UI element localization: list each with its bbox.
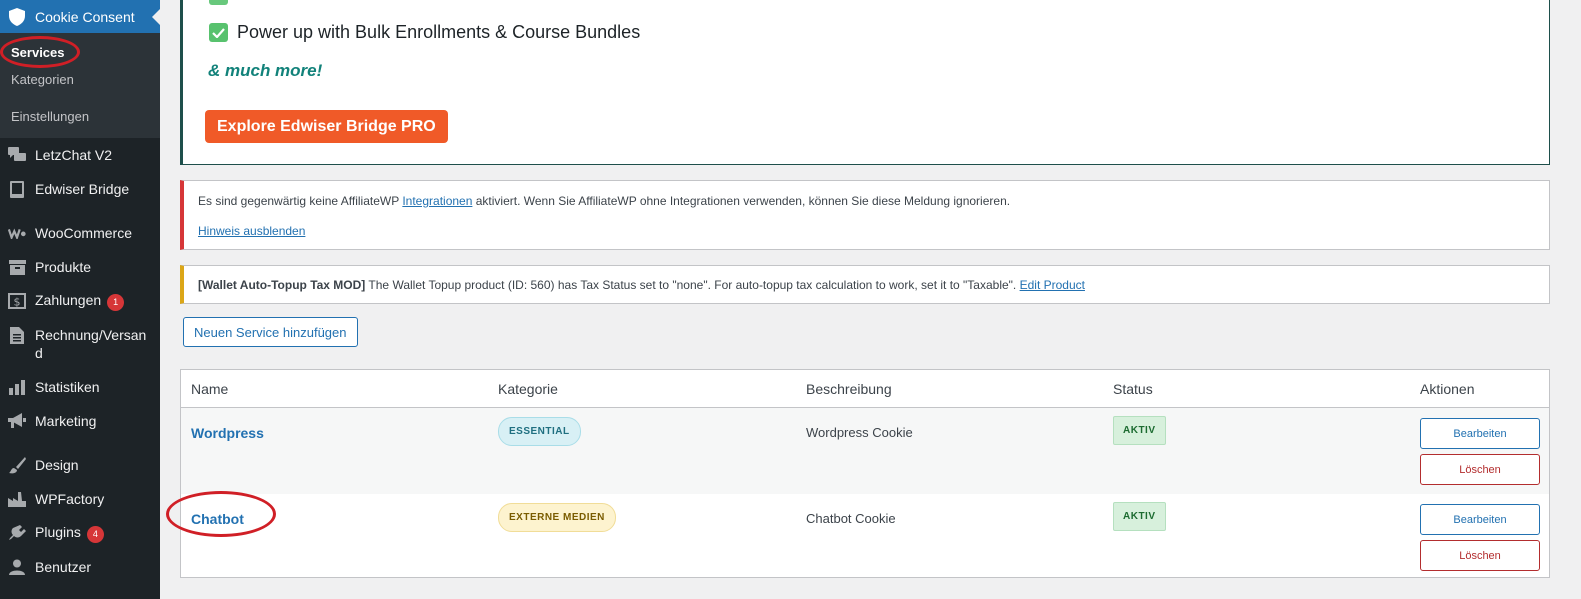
sidebar-item-benutzer[interactable]: Benutzer [0, 550, 160, 584]
service-name-link[interactable]: Chatbot [191, 511, 244, 527]
woocommerce-icon [8, 224, 26, 242]
notification-badge: 4 [86, 526, 104, 543]
category-badge: EXTERNE MEDIEN [498, 503, 616, 532]
explore-pro-button[interactable]: Explore Edwiser Bridge PRO [205, 110, 448, 143]
promo-feature-row: Power up with Bulk Enrollments & Course … [209, 22, 640, 43]
sidebar-item-label: Marketing [35, 413, 97, 429]
submenu-item-einstellungen[interactable]: Einstellungen [0, 103, 160, 130]
column-header-description: Beschreibung [806, 381, 892, 397]
sidebar-item-edwiser-bridge[interactable]: Edwiser Bridge [0, 172, 160, 206]
sidebar-item-label: LetzChat V2 [35, 147, 113, 163]
paintbrush-icon [8, 456, 26, 474]
submenu-item-kategorien[interactable]: Kategorien [0, 66, 160, 93]
megaphone-icon [8, 412, 26, 430]
service-description: Chatbot Cookie [806, 511, 896, 526]
edit-product-link[interactable]: Edit Product [1020, 278, 1085, 292]
notice-text: [Wallet Auto-Topup Tax MOD] The Wallet T… [198, 278, 1085, 292]
edit-button[interactable]: Bearbeiten [1420, 504, 1540, 535]
sidebar-item-statistiken[interactable]: Statistiken [0, 370, 160, 404]
promo-feature-partial [209, 0, 237, 5]
user-icon [8, 558, 26, 576]
sidebar-item-label: Benutzer [35, 559, 92, 575]
sidebar-item-wpfactory[interactable]: WPFactory [0, 482, 160, 516]
table-row: Chatbot EXTERNE MEDIEN Chatbot Cookie AK… [181, 494, 1549, 580]
book-icon [8, 180, 26, 198]
sidebar-item-plugins[interactable]: Plugins 4 [0, 516, 160, 550]
document-icon [8, 326, 26, 344]
service-description: Wordpress Cookie [806, 425, 913, 440]
bar-chart-icon [8, 378, 26, 396]
dollar-icon: $ [8, 292, 26, 310]
archive-box-icon [8, 258, 26, 276]
sidebar-item-label: Produkte [35, 259, 92, 275]
edwiser-promo-box: Power up with Bulk Enrollments & Course … [180, 0, 1550, 165]
sidebar-item-label: Rechnung/Versand [35, 327, 147, 361]
sidebar-item-zahlungen[interactable]: $ Zahlungen 1 [0, 284, 160, 318]
promo-more-text: & much more! [208, 61, 323, 80]
notification-badge: 1 [107, 294, 125, 311]
notice-text-part: The Wallet Topup product (ID: 560) has T… [365, 278, 1020, 292]
promo-feature-text: Power up with Bulk Enrollments & Course … [237, 22, 641, 42]
column-header-actions: Aktionen [1420, 381, 1475, 397]
sidebar-item-marketing[interactable]: Marketing [0, 404, 160, 438]
column-header-status: Status [1113, 381, 1153, 397]
admin-sidebar: Cookie Consent Services Kategorien Einst… [0, 0, 160, 599]
status-badge: AKTIV [1113, 416, 1166, 445]
chat-bubbles-icon [8, 146, 26, 164]
status-badge: AKTIV [1113, 502, 1166, 531]
delete-button[interactable]: Löschen [1420, 540, 1540, 571]
category-badge: ESSENTIAL [498, 417, 581, 446]
svg-text:$: $ [14, 296, 21, 309]
plug-icon [8, 524, 26, 542]
table-row: Wordpress ESSENTIAL Wordpress Cookie AKT… [181, 408, 1549, 494]
sidebar-item-label: Edwiser Bridge [35, 181, 130, 197]
sidebar-item-label: Zahlungen [35, 292, 102, 308]
add-service-button[interactable]: Neuen Service hinzufügen [183, 317, 358, 347]
affiliatewp-notice: Es sind gegenwärtig keine AffiliateWP In… [180, 180, 1550, 250]
sidebar-item-cookie-consent[interactable]: Cookie Consent [0, 0, 160, 33]
sidebar-item-rechnung-versand[interactable]: Rechnung/Versand [0, 318, 160, 370]
dismiss-notice-link[interactable]: Hinweis ausblenden [198, 224, 305, 238]
sidebar-item-woocommerce[interactable]: WooCommerce [0, 216, 160, 250]
edit-button[interactable]: Bearbeiten [1420, 418, 1540, 449]
integrations-link[interactable]: Integrationen [402, 194, 472, 208]
sidebar-item-produkte[interactable]: Produkte [0, 250, 160, 284]
delete-button[interactable]: Löschen [1420, 454, 1540, 485]
notice-tag: [Wallet Auto-Topup Tax MOD] [198, 278, 366, 292]
sidebar-item-design[interactable]: Design [0, 448, 160, 482]
service-name-link[interactable]: Wordpress [191, 425, 264, 441]
sidebar-item-label: Plugins [35, 524, 81, 540]
wallet-tax-notice: [Wallet Auto-Topup Tax MOD] The Wallet T… [180, 265, 1550, 304]
sidebar-item-label: Cookie Consent [35, 8, 135, 25]
sidebar-submenu: Services Kategorien Einstellungen [0, 33, 160, 138]
sidebar-item-letzchat[interactable]: LetzChat V2 [0, 138, 160, 172]
submenu-item-services[interactable]: Services [0, 39, 160, 66]
checkmark-icon [209, 0, 228, 5]
sidebar-item-label: WooCommerce [35, 225, 132, 241]
services-table: Name Kategorie Beschreibung Status Aktio… [180, 369, 1550, 578]
notice-text: Es sind gegenwärtig keine AffiliateWP In… [198, 194, 1010, 208]
column-header-name: Name [191, 381, 229, 397]
factory-icon [8, 490, 26, 508]
column-header-category: Kategorie [498, 381, 558, 397]
notice-text-part: Es sind gegenwärtig keine AffiliateWP [198, 194, 403, 208]
checkmark-icon [209, 23, 228, 42]
notice-text-part: aktiviert. Wenn Sie AffiliateWP ohne Int… [472, 194, 1011, 208]
sidebar-item-label: Statistiken [35, 379, 100, 395]
sidebar-item-label: WPFactory [35, 491, 105, 507]
sidebar-item-label: Design [35, 457, 79, 473]
shield-icon [8, 7, 26, 26]
